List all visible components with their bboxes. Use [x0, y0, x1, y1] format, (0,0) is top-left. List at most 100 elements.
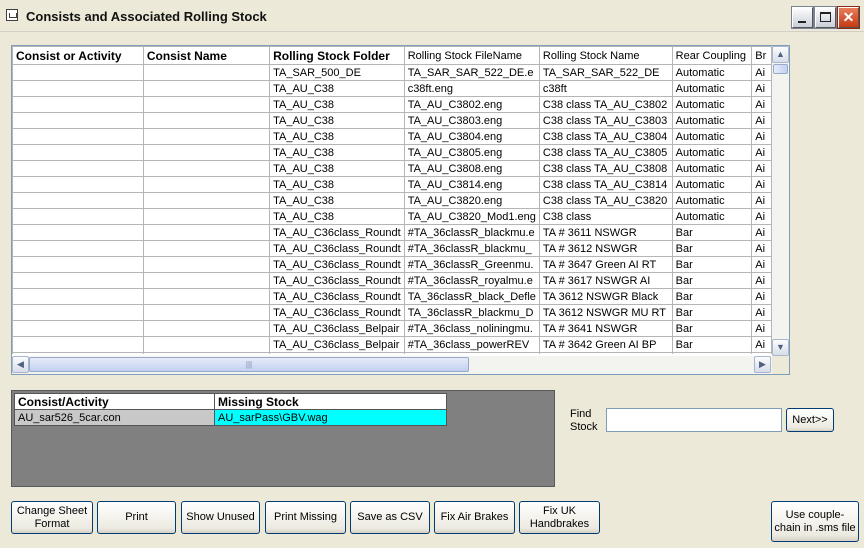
table-cell[interactable]: Automatic	[671, 192, 753, 209]
table-cell[interactable]: Ai	[751, 304, 772, 321]
table-cell[interactable]	[12, 240, 144, 257]
table-row[interactable]: TA_AU_C38 TA_AU_C3803.eng C38 class TA_AU_…	[12, 112, 772, 129]
table-cell[interactable]: TA_AU_C3803.eng	[403, 112, 540, 129]
table-cell[interactable]: TA_AU_C36class_Belpair	[269, 336, 405, 353]
table-cell[interactable]	[12, 160, 144, 177]
table-cell[interactable]: Ai	[751, 192, 772, 209]
table-cell[interactable]: TA # 3647 Green AI RT	[538, 256, 673, 273]
table-cell[interactable]: TA_AU_C36class_Belpair	[269, 320, 405, 337]
column-header[interactable]: Consist Name	[142, 46, 271, 65]
table-cell[interactable]: AU_sarPass\GBV.wag	[214, 409, 447, 426]
fix-air-brakes-button[interactable]: Fix Air Brakes	[434, 501, 515, 534]
table-cell[interactable]	[12, 352, 144, 354]
table-cell[interactable]: #TA_36cl	[403, 352, 540, 354]
table-cell[interactable]	[142, 224, 271, 241]
table-cell[interactable]: c38ft.eng	[403, 80, 540, 97]
table-cell[interactable]: TA_AU_C38	[269, 208, 405, 225]
table-cell[interactable]	[142, 256, 271, 273]
table-cell[interactable]: TA_AU_C38	[269, 160, 405, 177]
table-cell[interactable]: Ai	[751, 224, 772, 241]
table-cell[interactable]	[12, 272, 144, 289]
table-cell[interactable]	[12, 288, 144, 305]
table-cell[interactable]: TA_36classR_blackmu_D	[403, 304, 540, 321]
column-header[interactable]: Consist or Activity	[12, 46, 144, 65]
table-cell[interactable]	[142, 208, 271, 225]
column-header[interactable]: Missing Stock	[214, 393, 447, 410]
show-unused-button[interactable]: Show Unused	[181, 501, 260, 534]
table-cell[interactable]: Automatic	[671, 112, 753, 129]
table-cell[interactable]: Ai	[751, 128, 772, 145]
table-cell[interactable]: TA_AU_C3814.eng	[403, 176, 540, 193]
table-cell[interactable]	[142, 160, 271, 177]
table-cell[interactable]: Automatic	[671, 208, 753, 225]
table-row[interactable]: TA_AU_C36class_Belpair #TA_36class_nolini…	[12, 320, 772, 337]
table-row[interactable]: TA_AU_C38 TA_AU_C3808.eng C38 class TA_AU_…	[12, 160, 772, 177]
table-cell[interactable]: Ai	[751, 64, 772, 81]
change-sheet-format-button[interactable]: Change Sheet Format	[11, 501, 93, 534]
table-cell[interactable]: TA_AU_C36class_Roundt	[269, 304, 405, 321]
save-csv-button[interactable]: Save as CSV	[350, 501, 430, 534]
table-cell[interactable]	[12, 144, 144, 161]
fix-uk-handbrakes-button[interactable]: Fix UK Handbrakes	[519, 501, 600, 534]
table-row[interactable]: TA_AU_C38 TA_AU_C3820_Mod1.eng C38 class Au…	[12, 208, 772, 225]
table-cell[interactable]: TA # 3611 NSWGR	[538, 224, 673, 241]
table-cell[interactable]: TA_AU_C3808.eng	[403, 160, 540, 177]
table-cell[interactable]: Bar	[671, 288, 753, 305]
table-cell[interactable]: TA # 3612 NSWGR	[538, 240, 673, 257]
table-cell[interactable]: C38 class TA_AU_C3803	[538, 112, 673, 129]
table-cell[interactable]: Ai	[751, 272, 772, 289]
table-cell[interactable]: Ai	[751, 288, 772, 305]
table-cell[interactable]	[12, 208, 144, 225]
table-cell[interactable]: Bar	[671, 240, 753, 257]
scroll-left-icon[interactable]: ◀	[12, 356, 29, 373]
table-cell[interactable]	[142, 288, 271, 305]
table-cell[interactable]: TA_AU_C36class_Roundt	[269, 288, 405, 305]
table-cell[interactable]	[142, 176, 271, 193]
table-row[interactable]: TA_AU_C36class_Roundt #TA_36classR_blackm…	[12, 224, 772, 241]
table-cell[interactable]	[12, 192, 144, 209]
table-cell[interactable]: TA_AU_C36class_Roundt	[269, 240, 405, 257]
table-cell[interactable]	[12, 128, 144, 145]
table-row[interactable]: TA_AU_C36class_Roundt TA_36classR_black_D…	[12, 288, 772, 305]
table-row[interactable]: TA_AU_C36class_Roundt #TA_36classR_Greenm…	[12, 256, 772, 273]
table-cell[interactable]: Ai	[751, 352, 772, 354]
table-cell[interactable]	[142, 352, 271, 354]
table-cell[interactable]: Automatic	[671, 160, 753, 177]
scroll-right-icon[interactable]: ▶	[754, 356, 771, 373]
missing-stock-panel[interactable]: Consist/Activity Missing Stock AU_sar526…	[11, 390, 555, 487]
table-cell[interactable]: Bar	[671, 224, 753, 241]
table-cell[interactable]: Bar	[671, 352, 753, 354]
table-cell[interactable]: Ai	[751, 208, 772, 225]
table-row[interactable]: TA_AU_C36class_Belpair#TA_36clTA # 3632 …	[12, 352, 772, 354]
table-cell[interactable]: TA_SAR_SAR_522_DE	[538, 64, 673, 81]
table-cell[interactable]: Ai	[751, 112, 772, 129]
table-cell[interactable]: #TA_36classR_blackmu_	[403, 240, 540, 257]
table-cell[interactable]: TA_AU_C38	[269, 192, 405, 209]
table-cell[interactable]	[12, 336, 144, 353]
table-cell[interactable]: TA_AU_C38	[269, 128, 405, 145]
table-cell[interactable]: Ai	[751, 80, 772, 97]
column-header[interactable]: Rear Coupling	[671, 46, 753, 65]
vertical-scrollbar[interactable]: ▲ ▼	[772, 46, 789, 356]
table-cell[interactable]	[142, 304, 271, 321]
table-cell[interactable]: TA_SAR_SAR_522_DE.e	[403, 64, 540, 81]
print-button[interactable]: Print	[97, 501, 176, 534]
table-cell[interactable]	[12, 256, 144, 273]
table-cell[interactable]: Ai	[751, 256, 772, 273]
table-row[interactable]: AU_sar526_5car.con AU_sarPass\GBV.wag	[14, 409, 447, 426]
scroll-down-icon[interactable]: ▼	[772, 339, 789, 356]
table-row[interactable]: TA_AU_C36class_Roundt TA_36classR_blackmu…	[12, 304, 772, 321]
table-cell[interactable]: #TA_36classR_Greenmu.	[403, 256, 540, 273]
table-cell[interactable]: Automatic	[671, 96, 753, 113]
table-cell[interactable]: Ai	[751, 160, 772, 177]
table-cell[interactable]: C38 class	[538, 208, 673, 225]
table-cell[interactable]	[12, 96, 144, 113]
table-row[interactable]: TA_SAR_500_DE TA_SAR_SAR_522_DE.e TA_SAR_S…	[12, 64, 772, 81]
table-row[interactable]: TA_AU_C36class_Roundt #TA_36classR_blackm…	[12, 240, 772, 257]
table-cell[interactable]: TA_AU_C3805.eng	[403, 144, 540, 161]
table-cell[interactable]: Ai	[751, 336, 772, 353]
table-cell[interactable]	[142, 192, 271, 209]
table-cell[interactable]: TA_AU_C38	[269, 144, 405, 161]
table-cell[interactable]: C38 class TA_AU_C3804	[538, 128, 673, 145]
table-cell[interactable]	[142, 64, 271, 81]
